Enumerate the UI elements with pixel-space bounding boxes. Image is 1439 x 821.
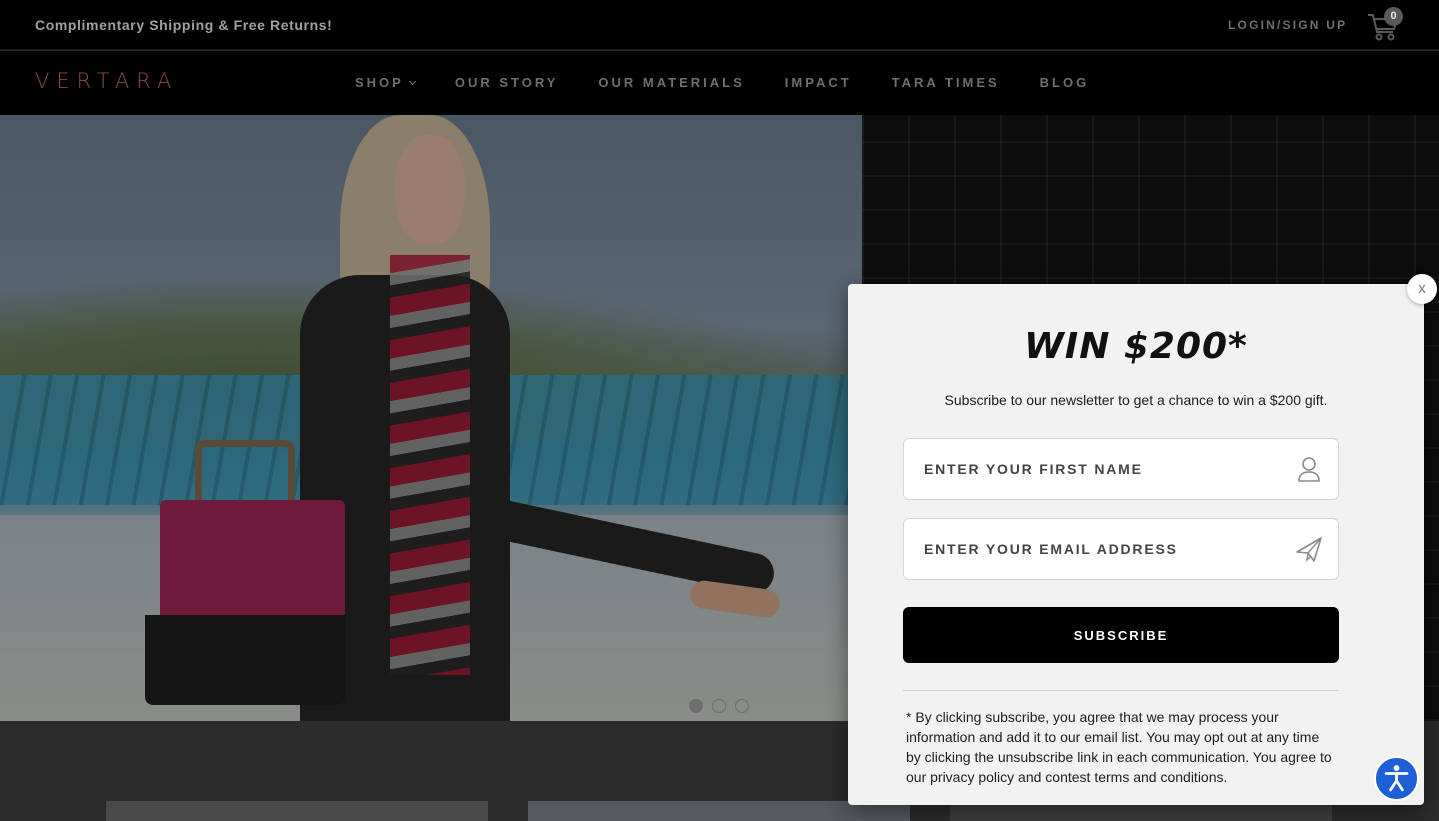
first-name-input[interactable] [924, 439, 1274, 499]
brand-logo[interactable]: VERTARA [35, 69, 178, 93]
handbag-lower [145, 615, 345, 705]
slider-pagination [689, 699, 758, 713]
announcement-bar: Complimentary Shipping & Free Returns! L… [0, 0, 1439, 50]
subscribe-button[interactable]: SUBSCRIBE [903, 607, 1339, 663]
model-face [395, 135, 465, 245]
user-icon [1298, 457, 1320, 482]
model-scarf [390, 255, 470, 675]
first-name-field[interactable] [903, 438, 1339, 500]
cart-count-badge: 0 [1384, 7, 1403, 26]
nav-item-impact[interactable]: IMPACT [785, 75, 852, 90]
nav-item-our-story[interactable]: OUR STORY [455, 75, 559, 90]
paper-plane-icon [1296, 537, 1322, 562]
shipping-message: Complimentary Shipping & Free Returns! [35, 17, 333, 33]
featured-card[interactable] [106, 801, 488, 821]
accessibility-icon[interactable] [1374, 756, 1419, 801]
nav-item-label: SHOP [355, 75, 404, 90]
nav-item-blog[interactable]: BLOG [1040, 75, 1090, 90]
slider-dot[interactable] [735, 699, 749, 713]
email-field[interactable] [903, 518, 1339, 580]
popup-subtitle: Subscribe to our newsletter to get a cha… [944, 392, 1328, 408]
email-input[interactable] [924, 519, 1274, 579]
nav-item-shop[interactable]: SHOP [355, 75, 416, 90]
popup-title: WIN $200* [1024, 326, 1248, 367]
popup-divider [903, 690, 1339, 691]
nav-item-our-materials[interactable]: OUR MATERIALS [598, 75, 744, 90]
login-signup-link[interactable]: LOGIN/SIGN UP [1228, 18, 1347, 32]
hero-lifestyle-image [0, 115, 862, 721]
popup-disclaimer: * By clicking subscribe, you agree that … [906, 709, 1332, 785]
nav-item-tara-times[interactable]: TARA TIMES [892, 75, 1000, 90]
handbag-upper [160, 500, 345, 625]
newsletter-popup: WIN $200* Subscribe to our newsletter to… [848, 284, 1424, 805]
slider-dot[interactable] [689, 699, 703, 713]
main-navbar: VERTARA SHOP OUR STORY OUR MATERIALS IMP… [0, 51, 1439, 115]
slider-dot[interactable] [712, 699, 726, 713]
primary-nav: SHOP OUR STORY OUR MATERIALS IMPACT TARA… [355, 75, 1129, 90]
chevron-down-icon [408, 77, 416, 85]
close-popup-button[interactable]: x [1407, 274, 1437, 304]
